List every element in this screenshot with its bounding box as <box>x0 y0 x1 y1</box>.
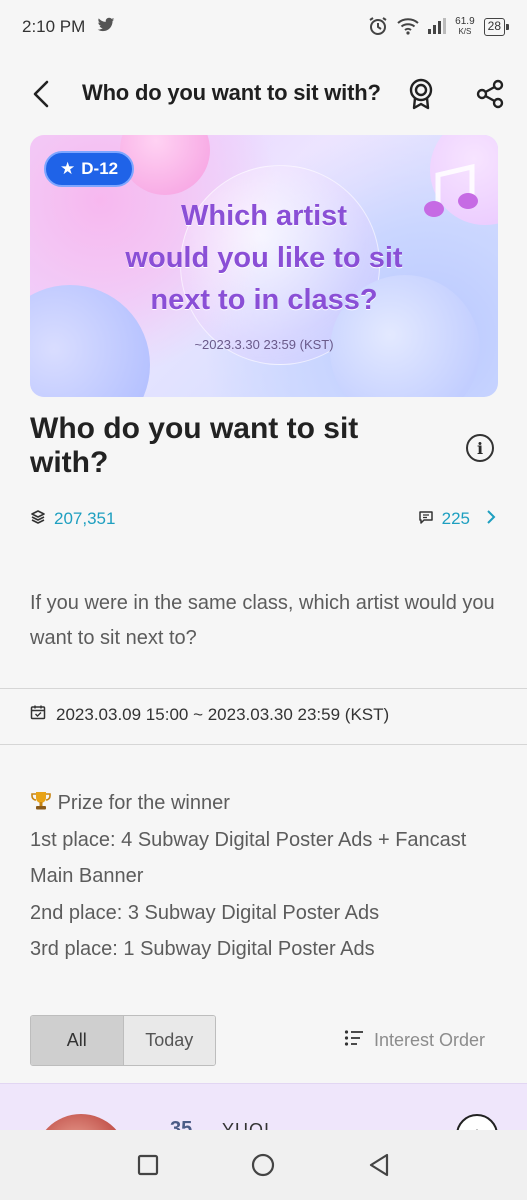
trophy-icon <box>30 792 58 814</box>
header-title: Who do you want to sit with? <box>82 80 381 105</box>
list-sort-icon <box>344 1029 364 1052</box>
signal-icon <box>428 17 447 37</box>
system-nav-bar <box>0 1130 527 1200</box>
back-arrow-icon[interactable] <box>28 78 58 110</box>
sort-order-button[interactable]: Interest Order <box>344 1029 485 1052</box>
network-speed: 61.9 K/S <box>455 17 474 37</box>
battery-icon: 28 <box>483 18 510 36</box>
poll-description: If you were in the same class, which art… <box>30 592 495 649</box>
banner-line-1: Which artist <box>181 200 347 232</box>
home-icon[interactable] <box>243 1145 283 1185</box>
layers-icon <box>30 509 46 530</box>
filter-tabs: All Today <box>30 1015 216 1066</box>
battery-level: 28 <box>487 19 501 33</box>
divider <box>0 688 527 689</box>
app-header: Who do you want to sit with? <box>0 64 527 124</box>
chevron-right-icon <box>486 509 496 530</box>
d-day-badge: ★ D-12 <box>44 151 135 187</box>
comment-count: 225 <box>441 509 470 528</box>
poll-stats: 207,351 225 <box>30 506 496 532</box>
status-bar: 2:10 PM 61.9 K/S 28 <box>0 0 527 54</box>
divider <box>0 744 527 745</box>
back-triangle-icon[interactable] <box>359 1145 399 1185</box>
calendar-icon <box>30 704 46 725</box>
d-day-label: D-12 <box>81 159 119 178</box>
comments-link[interactable]: 225 <box>418 509 496 530</box>
alarm-icon <box>368 16 388 39</box>
sort-order-label: Interest Order <box>374 1030 486 1050</box>
banner-line-2: would you like to sit <box>125 242 403 274</box>
tab-all[interactable]: All <box>31 1016 124 1065</box>
prize-heading: Prize for the winner <box>57 792 230 814</box>
prize-section: Prize for the winner 1st place: 4 Subway… <box>30 785 510 968</box>
prize-first: 1st place: 4 Subway Digital Poster Ads +… <box>30 828 467 888</box>
recents-icon[interactable] <box>128 1145 168 1185</box>
banner-line-3: next to in class? <box>150 284 378 316</box>
twitter-icon <box>97 17 115 38</box>
vote-count: 207,351 <box>30 509 115 530</box>
poll-period-text: 2023.03.09 15:00 ~ 2023.03.30 23:59 (KST… <box>56 704 390 724</box>
share-icon[interactable] <box>474 78 506 110</box>
status-time: 2:10 PM <box>22 17 86 36</box>
tab-today[interactable]: Today <box>123 1016 215 1065</box>
comment-icon <box>418 509 434 530</box>
poll-banner: ★ D-12 Which artist would you like to si… <box>30 135 498 397</box>
wifi-icon <box>397 17 419 38</box>
star-icon: ★ <box>60 159 76 178</box>
banner-deadline: ~2023.3.30 23:59 (KST) <box>194 337 334 352</box>
speed-value: 61.9 <box>455 16 475 27</box>
vote-count-value: 207,351 <box>54 509 116 528</box>
prize-second: 2nd place: 3 Subway Digital Poster Ads <box>30 901 380 924</box>
banner-headline: Which artist would you like to sit next … <box>30 195 498 321</box>
poll-period: 2023.03.09 15:00 ~ 2023.03.30 23:59 (KST… <box>30 704 389 725</box>
prize-heading-row: Prize for the winner <box>30 785 510 822</box>
speed-unit: K/S <box>458 27 472 36</box>
info-icon[interactable]: i <box>466 434 494 462</box>
award-icon[interactable] <box>406 78 436 110</box>
prize-third: 3rd place: 1 Subway Digital Poster Ads <box>30 938 375 960</box>
poll-title: Who do you want to sit with? <box>30 412 359 479</box>
